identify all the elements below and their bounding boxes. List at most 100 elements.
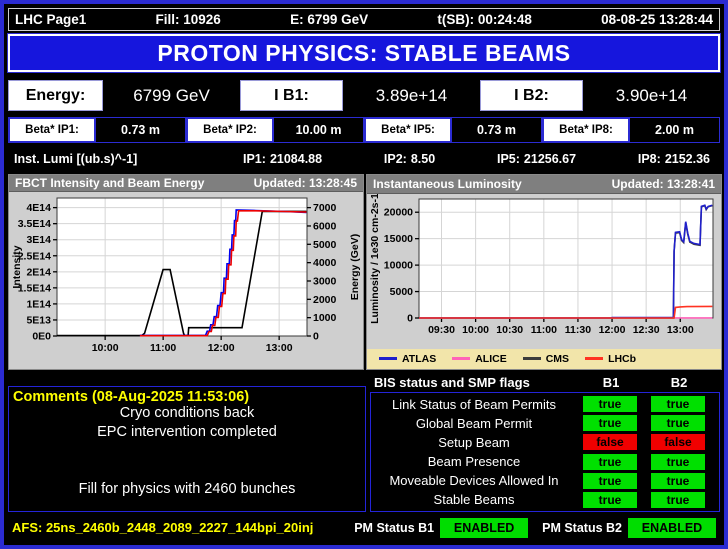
intensity-b2-value: 3.90e+14	[583, 80, 720, 111]
svg-text:12:00: 12:00	[599, 324, 626, 336]
svg-text:0: 0	[407, 312, 413, 324]
bis-status-b2: false	[651, 434, 705, 451]
legend-dash-icon	[379, 357, 397, 361]
fbct-chart-header: FBCT Intensity and Beam Energy Updated: …	[9, 175, 363, 192]
lumi-ip-number: 8.50	[410, 152, 436, 166]
top-status-bar: LHC Page1 Fill: 10926 E: 6799 GeV t(SB):…	[8, 8, 720, 31]
fill-number: Fill: 10926	[155, 12, 221, 27]
luminosity-legend: ATLAS ALICE CMS LHCb	[367, 348, 721, 369]
svg-text:5000: 5000	[313, 239, 337, 251]
charts-row: FBCT Intensity and Beam Energy Updated: …	[8, 174, 722, 370]
lumi-ip-label: IP5:	[496, 152, 520, 166]
svg-text:10:30: 10:30	[496, 324, 523, 336]
pm-status-b1-label: PM Status B1	[354, 520, 435, 535]
legend-label: ATLAS	[402, 352, 437, 365]
legend-dash-icon	[522, 357, 541, 361]
pm-status-b2-label: PM Status B2	[542, 520, 622, 535]
bis-row-label: Beam Presence	[427, 454, 521, 470]
svg-text:20000: 20000	[384, 206, 413, 218]
svg-text:0E0: 0E0	[32, 331, 51, 343]
footer-row: AFS: 25ns_2460b_2448_2089_2227_144bpi_20…	[8, 515, 720, 540]
svg-text:4E14: 4E14	[26, 202, 51, 214]
beta-group-ip0: Beta* IP1: 0.73 m	[8, 117, 186, 143]
svg-text:Luminosity / 1e30 cm-2s-1: Luminosity / 1e30 cm-2s-1	[369, 194, 381, 324]
beta-value: 10.00 m	[274, 117, 364, 143]
svg-text:6000: 6000	[313, 220, 337, 232]
svg-text:1000: 1000	[313, 312, 337, 324]
fbct-chart-title: FBCT Intensity and Beam Energy	[15, 176, 205, 190]
pm-status-b1-value: ENABLED	[440, 517, 529, 538]
svg-text:09:30: 09:30	[428, 324, 455, 336]
bis-status-b1: true	[583, 472, 637, 489]
pm-status-b2-value: ENABLED	[628, 517, 716, 538]
app-title: LHC Page1	[15, 12, 87, 27]
legend-label: ALICE	[475, 352, 507, 365]
lhc-page1-window: LHC Page1 Fill: 10926 E: 6799 GeV t(SB):…	[0, 0, 728, 549]
bis-status-b1: true	[583, 396, 637, 412]
svg-text:12:30: 12:30	[633, 324, 660, 336]
svg-text:10000: 10000	[384, 259, 413, 271]
svg-text:7000: 7000	[313, 202, 337, 214]
svg-text:10:00: 10:00	[462, 324, 489, 336]
bis-row: Moveable Devices Allowed In true true	[375, 472, 715, 489]
legend-label: CMS	[545, 352, 570, 365]
svg-text:2000: 2000	[313, 294, 337, 306]
bis-status-b1: true	[583, 415, 637, 432]
bis-row-label: Stable Beams	[433, 492, 515, 508]
svg-text:13:00: 13:00	[667, 324, 694, 336]
beta-group-ip2: Beta* IP5: 0.73 m	[364, 117, 542, 143]
energy-intensity-row: Energy: 6799 GeV I B1: 3.89e+14 I B2: 3.…	[8, 80, 720, 111]
svg-text:13:00: 13:00	[266, 342, 293, 354]
afs-scheme: AFS: 25ns_2460b_2448_2089_2227_144bpi_20…	[12, 520, 314, 535]
bis-row-label: Global Beam Permit	[415, 415, 533, 431]
svg-text:15000: 15000	[384, 233, 413, 245]
legend-item-alice: ALICE	[452, 353, 507, 365]
comments-body: Cryo conditions back EPC intervention com…	[13, 405, 361, 500]
fbct-chart-updated: Updated: 13:28:45	[253, 176, 357, 190]
lumi-ip-label: IP2:	[383, 152, 407, 166]
beta-label: Beta* IP1:	[8, 117, 96, 143]
beta-group-ip3: Beta* IP8: 2.00 m	[542, 117, 720, 143]
legend-item-atlas: ATLAS	[379, 353, 436, 365]
svg-text:11:00: 11:00	[531, 324, 557, 336]
lumi-ip-value: IP1: 21084.88	[239, 152, 322, 166]
lumi-ip-value: IP8: 2152.36	[634, 152, 710, 166]
bis-row: Beam Presence true true	[375, 453, 715, 470]
svg-text:12:00: 12:00	[208, 342, 235, 354]
beta-label: Beta* IP2:	[186, 117, 274, 143]
luminosity-chart-panel: Instantaneous Luminosity Updated: 13:28:…	[366, 174, 722, 370]
comments-title: Comments (08-Aug-2025 11:53:06)	[13, 389, 250, 405]
bis-status-b1: true	[583, 453, 637, 470]
lumi-ip-number: 21256.67	[523, 152, 577, 166]
inst-lumi-label: Inst. Lumi [(ub.s)^-1]	[14, 152, 138, 166]
legend-item-lhcb: LHCb	[585, 353, 636, 365]
bis-flags-table: Link Status of Beam Permits true true Globa…	[370, 392, 720, 512]
bis-header: BIS status and SMP flags B1 B2	[370, 372, 720, 392]
bis-row-label: Moveable Devices Allowed In	[389, 473, 559, 489]
luminosity-chart-updated: Updated: 13:28:41	[611, 176, 715, 191]
bis-row-label: Link Status of Beam Permits	[391, 396, 556, 412]
svg-text:4000: 4000	[313, 257, 337, 269]
intensity-b1-label: I B1:	[240, 80, 343, 111]
bis-status-b1: true	[583, 491, 637, 508]
bis-col-b2: B2	[670, 374, 688, 390]
svg-text:11:30: 11:30	[565, 324, 591, 336]
beta-star-row: Beta* IP1: 0.73 m Beta* IP2: 10.00 m Beta* I…	[8, 117, 720, 143]
legend-item-cms: CMS	[522, 352, 570, 365]
svg-text:5E13: 5E13	[26, 314, 51, 326]
fbct-chart-svg: 0E05E131E141.5E142E142.5E143E143.5E144E1…	[11, 197, 361, 354]
bis-status-b2: true	[651, 396, 705, 412]
comment-line: Cryo conditions back	[119, 405, 255, 421]
lumi-ip-label: IP8:	[637, 152, 661, 166]
bis-title: BIS status and SMP flags	[374, 374, 530, 390]
beam-energy: E: 6799 GeV	[290, 12, 369, 27]
lumi-ip-number: 2152.36	[664, 152, 710, 166]
intensity-b2-label: I B2:	[480, 80, 583, 111]
svg-text:11:00: 11:00	[150, 342, 176, 354]
beta-group-ip1: Beta* IP2: 10.00 m	[186, 117, 364, 143]
bis-smp-panel: BIS status and SMP flags B1 B2 Link Stat…	[370, 372, 720, 512]
comment-line: EPC intervention completed	[97, 424, 277, 440]
comments-box: Comments (08-Aug-2025 11:53:06) Cryo con…	[8, 386, 366, 512]
bis-status-b2: true	[651, 415, 705, 432]
legend-dash-icon	[452, 357, 471, 361]
